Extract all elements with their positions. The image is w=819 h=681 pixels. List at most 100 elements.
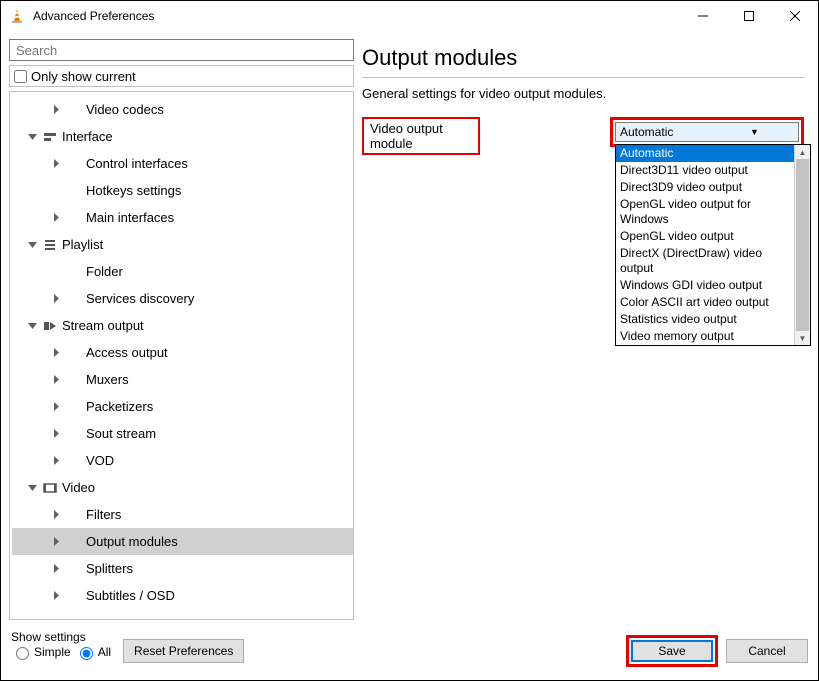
video-output-module-label: Video output module	[362, 117, 480, 155]
tree-item[interactable]: Video codecs	[12, 96, 353, 123]
tree-item[interactable]: Hotkeys settings	[12, 177, 353, 204]
video-output-combo-wrap: Automatic ▼ AutomaticDirect3D11 video ou…	[610, 117, 804, 147]
tree-item-label: VOD	[86, 453, 114, 468]
tree-caret-icon[interactable]	[48, 399, 64, 415]
tree-item[interactable]: Subtitles / OSD	[12, 582, 353, 609]
tree-item[interactable]: Splitters	[12, 555, 353, 582]
tree-item[interactable]: Filters	[12, 501, 353, 528]
tree-container: Video codecs Interface Control interfaces H…	[9, 91, 354, 620]
tree-item[interactable]: Access output	[12, 339, 353, 366]
tree-item[interactable]: VOD	[12, 447, 353, 474]
tree-item-label: Main interfaces	[86, 210, 174, 225]
tree-caret-icon[interactable]	[48, 453, 64, 469]
dropdown-option[interactable]: Direct3D11 video output	[616, 162, 794, 179]
vlc-cone-icon	[9, 8, 25, 24]
tree-caret-icon[interactable]	[48, 264, 64, 280]
page-description: General settings for video output module…	[362, 86, 804, 101]
dropdown-option[interactable]: Automatic	[616, 145, 794, 162]
tree-caret-icon[interactable]	[24, 237, 40, 253]
tree-caret-icon[interactable]	[24, 318, 40, 334]
radio-simple-wrap[interactable]: Simple	[11, 644, 71, 660]
tree-caret-icon[interactable]	[48, 561, 64, 577]
tree-caret-icon[interactable]	[48, 588, 64, 604]
tree-item-label: Filters	[86, 507, 121, 522]
tree-item[interactable]: Sout stream	[12, 420, 353, 447]
tree-item-label: Control interfaces	[86, 156, 188, 171]
dropdown-option[interactable]: DirectX (DirectDraw) video output	[616, 245, 794, 277]
dropdown-list[interactable]: AutomaticDirect3D11 video outputDirect3D…	[616, 145, 794, 345]
tree-caret-icon[interactable]	[48, 102, 64, 118]
tree-item-label: Video codecs	[86, 102, 164, 117]
tree-caret-icon[interactable]	[24, 480, 40, 496]
tree-item-label: Output modules	[86, 534, 178, 549]
maximize-button[interactable]	[726, 1, 772, 31]
radio-all[interactable]	[80, 647, 93, 660]
right-panel: Output modules General settings for vide…	[362, 39, 810, 620]
tree-item-label: Folder	[86, 264, 123, 279]
tree-caret-icon[interactable]	[48, 183, 64, 199]
tree-caret-icon[interactable]	[48, 210, 64, 226]
only-show-current-checkbox[interactable]	[14, 70, 27, 83]
dropdown-option[interactable]: Direct3D9 video output	[616, 179, 794, 196]
radio-simple[interactable]	[16, 647, 29, 660]
titlebar: Advanced Preferences	[1, 1, 818, 31]
tree-item[interactable]: Playlist	[12, 231, 353, 258]
tree-item-label: Interface	[62, 129, 113, 144]
video-output-module-combo[interactable]: Automatic ▼	[615, 122, 799, 142]
save-button[interactable]: Save	[631, 640, 713, 662]
only-show-current-row[interactable]: Only show current	[9, 65, 354, 87]
search-input[interactable]	[9, 39, 354, 61]
tree-item-label: Subtitles / OSD	[86, 588, 175, 603]
close-button[interactable]	[772, 1, 818, 31]
dropdown-option[interactable]: Color ASCII art video output	[616, 294, 794, 311]
video-icon	[40, 480, 60, 496]
chevron-down-icon: ▼	[707, 127, 798, 137]
tree-item[interactable]: Output modules	[12, 528, 353, 555]
cancel-button[interactable]: Cancel	[726, 639, 808, 663]
tree-item[interactable]: Services discovery	[12, 285, 353, 312]
scroll-thumb[interactable]	[796, 159, 809, 331]
show-settings-label: Show settings	[11, 630, 111, 644]
radio-all-wrap[interactable]: All	[75, 644, 111, 660]
scroll-down-icon[interactable]: ▼	[795, 331, 810, 345]
reset-preferences-button[interactable]: Reset Preferences	[123, 639, 244, 663]
show-settings-group: Show settings Simple All	[11, 630, 111, 660]
minimize-button[interactable]	[680, 1, 726, 31]
save-highlight: Save	[626, 635, 718, 667]
tree-caret-icon[interactable]	[48, 156, 64, 172]
tree-item-label: Video	[62, 480, 95, 495]
dropdown-option[interactable]: Statistics video output	[616, 311, 794, 328]
tree-item[interactable]: Muxers	[12, 366, 353, 393]
tree-item[interactable]: Packetizers	[12, 393, 353, 420]
dropdown-option[interactable]: Video memory output	[616, 328, 794, 345]
tree-item[interactable]: Control interfaces	[12, 150, 353, 177]
dropdown-scrollbar[interactable]: ▲ ▼	[794, 145, 810, 345]
tree-item-label: Muxers	[86, 372, 129, 387]
window-controls	[680, 1, 818, 31]
tree-item-label: Sout stream	[86, 426, 156, 441]
tree-item[interactable]: Interface	[12, 123, 353, 150]
tree-item-label: Stream output	[62, 318, 144, 333]
tree-caret-icon[interactable]	[48, 534, 64, 550]
tree-item[interactable]: Main interfaces	[12, 204, 353, 231]
dropdown-option[interactable]: Windows GDI video output	[616, 277, 794, 294]
scroll-up-icon[interactable]: ▲	[795, 145, 810, 159]
dropdown-option[interactable]: OpenGL video output for Windows	[616, 196, 794, 228]
preferences-tree[interactable]: Video codecs Interface Control interfaces H…	[10, 92, 353, 619]
setting-row: Video output module Automatic ▼ Automati…	[362, 117, 804, 155]
tree-caret-icon[interactable]	[48, 507, 64, 523]
combo-selected-text: Automatic	[616, 125, 707, 139]
tree-item[interactable]: Video	[12, 474, 353, 501]
tree-item[interactable]: Folder	[12, 258, 353, 285]
tree-caret-icon[interactable]	[48, 291, 64, 307]
only-show-current-label: Only show current	[31, 69, 136, 84]
tree-item[interactable]: Stream output	[12, 312, 353, 339]
dropdown-option[interactable]: OpenGL video output	[616, 228, 794, 245]
tree-caret-icon[interactable]	[24, 129, 40, 145]
tree-caret-icon[interactable]	[48, 372, 64, 388]
tree-caret-icon[interactable]	[48, 426, 64, 442]
bottom-panel: Show settings Simple All Reset Preferenc…	[1, 620, 818, 680]
video-output-dropdown: AutomaticDirect3D11 video outputDirect3D…	[615, 144, 811, 346]
tree-caret-icon[interactable]	[48, 345, 64, 361]
title-divider	[362, 77, 804, 78]
